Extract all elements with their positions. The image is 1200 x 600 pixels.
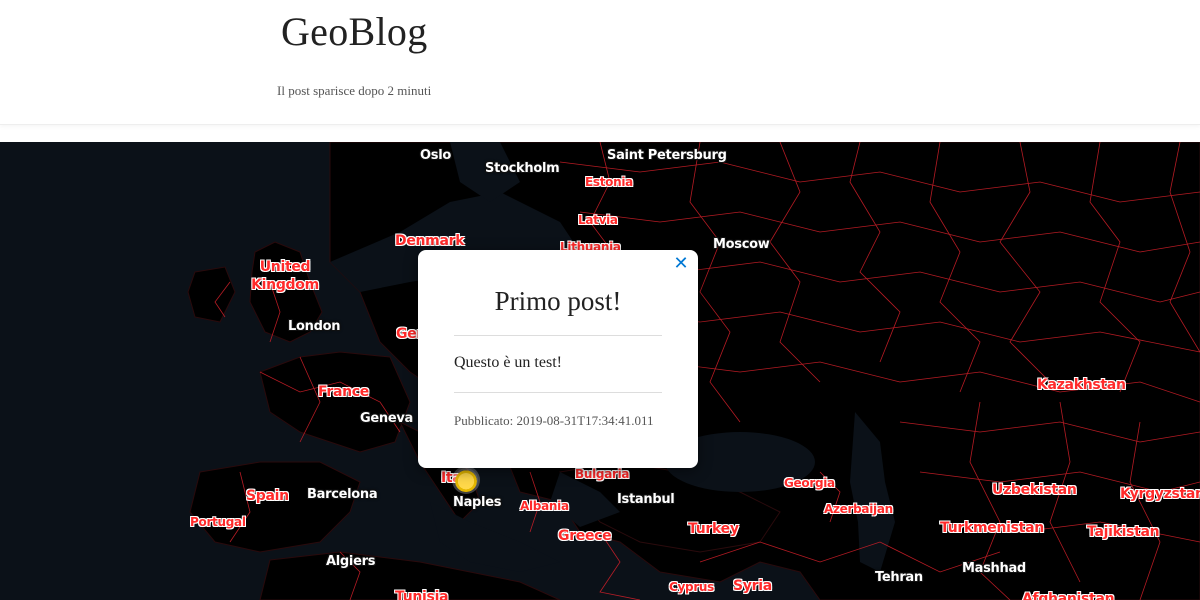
city-label-naples: Naples (453, 495, 502, 510)
country-label-cyprus: Cyprus (669, 580, 715, 594)
country-label-spain: Spain (246, 488, 289, 504)
site-tagline: Il post sparisce dopo 2 minuti (277, 83, 432, 98)
country-label-azerbaijan: Azerbaijan (824, 502, 893, 516)
city-label-tehran: Tehran (875, 570, 923, 585)
city-label-istanbul: Istanbul (617, 492, 675, 507)
country-label-kyrgyzstan: Kyrgyzstan (1120, 486, 1200, 502)
city-label-stockholm: Stockholm (485, 161, 560, 176)
popup-divider-bottom (454, 392, 662, 393)
country-label-bulgaria: Bulgaria (575, 467, 630, 481)
popup-title: Primo post! (494, 286, 622, 316)
country-label-syria: Syria (733, 578, 772, 594)
country-label-latvia: Latvia (578, 213, 618, 227)
city-label-mashhad: Mashhad (962, 561, 1026, 576)
country-label-portugal: Portugal (190, 515, 246, 529)
popup-published-date: Pubblicato: 2019-08-31T17:34:41.011 (454, 413, 654, 428)
site-header: GeoBlog Il post sparisce dopo 2 minuti (0, 0, 1200, 125)
country-label-georgia: Georgia (784, 476, 835, 490)
country-label-germany: Germany (396, 326, 418, 342)
country-label-turkmenistan: Turkmenistan (940, 520, 1044, 536)
city-label-geneva: Geneva (360, 411, 414, 426)
city-label-moscow: Moscow (713, 237, 770, 252)
post-popup: ✕ Primo post! Questo è un test! Pubblica… (418, 250, 698, 468)
country-label-albania: Albania (520, 499, 569, 513)
city-label-london: London (288, 319, 341, 334)
country-label-kazakhstan: Kazakhstan (1037, 377, 1126, 393)
popup-divider-top (454, 335, 662, 336)
country-label-france: France (318, 384, 369, 400)
city-label-barcelona: Barcelona (307, 487, 378, 502)
country-label-uzbekistan: Uzbekistan (992, 482, 1077, 498)
country-label-tunisia: Tunisia (395, 589, 449, 600)
country-label-united-kingdom: United Kingdom (251, 259, 319, 293)
country-label-estonia: Estonia (585, 175, 633, 189)
country-label-greece: Greece (558, 528, 612, 544)
city-label-oslo: Oslo (420, 148, 451, 163)
close-icon[interactable]: ✕ (672, 254, 690, 274)
country-label-afghanistan: Afghanistan (1022, 591, 1115, 600)
country-label-turkey: Turkey (688, 521, 739, 537)
popup-body: Questo è un test! (454, 354, 562, 371)
country-label-tajikistan: Tajikistan (1087, 524, 1160, 540)
post-marker[interactable] (454, 468, 478, 492)
city-label-saint-petersburg: Saint Petersburg (607, 148, 727, 163)
country-label-denmark: Denmark (395, 233, 465, 249)
city-label-algiers: Algiers (326, 554, 376, 569)
site-title: GeoBlog (281, 9, 428, 54)
country-label-lithuania: Lithuania (560, 240, 621, 250)
